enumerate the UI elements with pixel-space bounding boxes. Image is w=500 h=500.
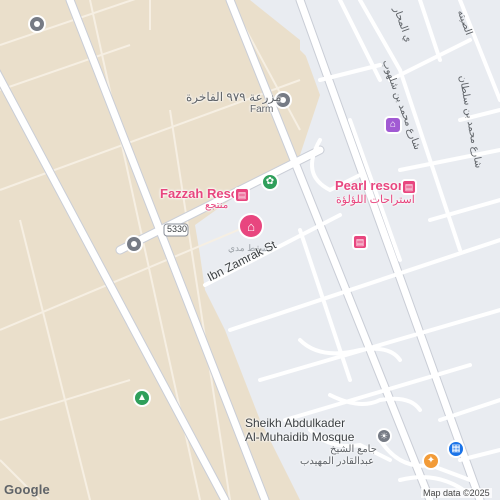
shop-pin[interactable]: ▦ (447, 440, 465, 458)
fazzah-resort-label-ar: منتجع (205, 200, 229, 211)
hotel-small-pin[interactable]: ▤ (352, 234, 368, 250)
home-icon: ⌂ (247, 218, 255, 234)
hotel-icon: ▤ (237, 189, 247, 200)
map-attribution[interactable]: Map data ©2025 (421, 488, 492, 498)
mosque-label-ar-2: عبدالقادر المهيدب (300, 456, 375, 467)
park-icon: ✿ (265, 176, 275, 187)
farm-label-en[interactable]: Farm (250, 104, 273, 115)
farm-label-ar[interactable]: مزرعة ٩٧٩ الفاخرة (186, 90, 282, 104)
hotel-icon: ▤ (355, 236, 365, 247)
purple-poi-pin[interactable]: ⌂ (384, 116, 402, 134)
mosque-icon: ☀ (379, 430, 389, 441)
mosque-pin[interactable]: ☀ (376, 428, 392, 444)
fazzah-resort-pin[interactable]: ▤ (234, 187, 250, 203)
restaurant-icon: ✦ (426, 455, 436, 466)
google-logo: Google (4, 482, 50, 497)
grey-location-pin[interactable] (28, 15, 46, 33)
restaurant-pin[interactable]: ✦ (422, 452, 440, 470)
pearl-resorts-label-ar: استراحات اللؤلؤة (336, 194, 415, 206)
mosque-label-en-1[interactable]: Sheikh Abdulkader (245, 416, 345, 430)
purple-place-icon: ⌂ (389, 119, 397, 130)
grey-location-pin-2[interactable] (125, 235, 143, 253)
hotel-icon: ▤ (404, 181, 414, 192)
mosque-label-ar-1: جامع الشيخ (330, 444, 377, 455)
tree-pin[interactable]: ▲ (133, 389, 151, 407)
home-pin[interactable]: ⌂ (238, 213, 264, 239)
shopping-icon: ▦ (451, 443, 461, 454)
pin-dot-icon (131, 241, 137, 247)
tree-icon: ▲ (137, 392, 147, 403)
pin-dot-icon (34, 21, 40, 27)
road-number-label: 5330 (167, 224, 188, 234)
mosque-label-en-2[interactable]: Al-Muhaidib Mosque (245, 430, 354, 444)
park-pin[interactable]: ✿ (261, 173, 279, 191)
